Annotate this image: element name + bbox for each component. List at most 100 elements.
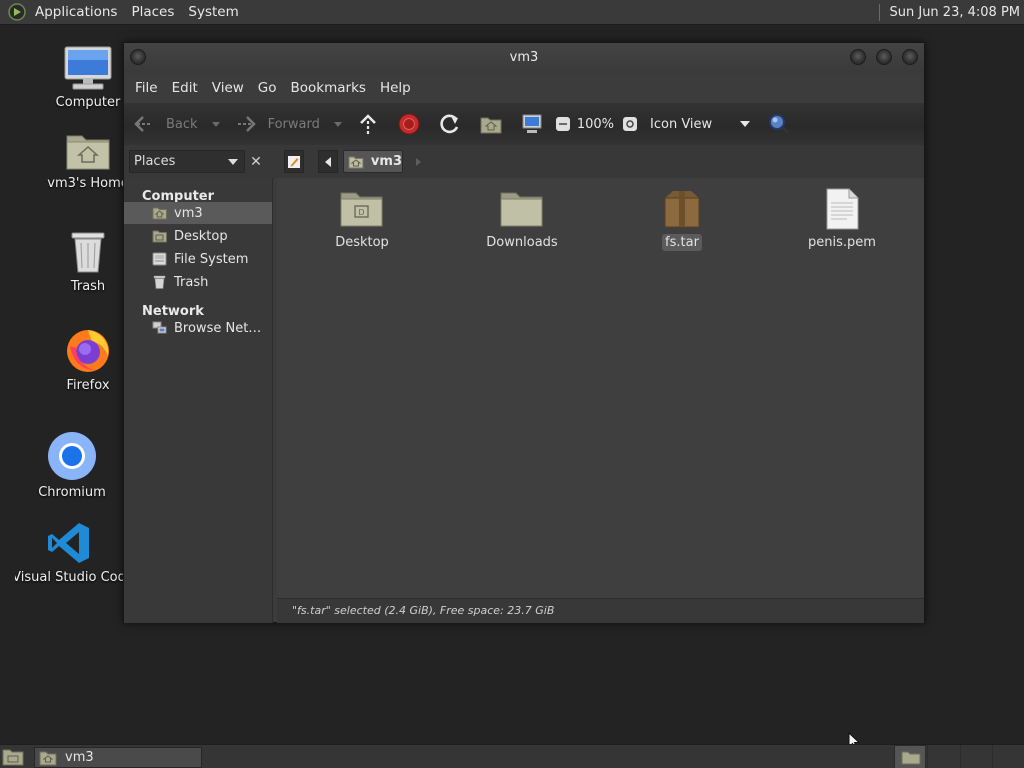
file-item-desktop[interactable]: D Desktop xyxy=(307,188,417,251)
edit-icon xyxy=(288,155,300,168)
maximize-button[interactable] xyxy=(876,49,892,65)
chevron-down-icon xyxy=(333,121,342,127)
menu-file[interactable]: File xyxy=(128,80,165,96)
file-view[interactable]: D Desktop Downloads fs.tar penis.pem xyxy=(277,178,924,598)
arrow-left-icon xyxy=(134,116,152,132)
places-menu[interactable]: Places xyxy=(124,0,181,25)
window-titlebar[interactable]: vm3 xyxy=(124,43,924,73)
file-item-fs-tar[interactable]: fs.tar xyxy=(627,188,737,251)
applications-menu[interactable]: Applications xyxy=(28,0,124,25)
sidebar-item-browse-network[interactable]: Browse Net… xyxy=(124,317,272,339)
trash-icon xyxy=(153,275,166,289)
file-item-downloads[interactable]: Downloads xyxy=(467,188,577,251)
file-item-penis-pem[interactable]: penis.pem xyxy=(787,188,897,251)
back-label: Back xyxy=(166,116,198,132)
path-scroll-right-button[interactable] xyxy=(411,150,425,173)
taskbar-item-vm3[interactable]: vm3 xyxy=(34,747,202,768)
path-scroll-left-button[interactable] xyxy=(318,150,338,173)
home-icon xyxy=(348,156,364,168)
clock[interactable]: Sun Jun 23, 4:08 PM xyxy=(890,5,1024,20)
view-mode-select[interactable]: Icon View xyxy=(650,103,754,145)
menu-help[interactable]: Help xyxy=(373,80,418,96)
forward-label: Forward xyxy=(267,116,320,132)
svg-text:D: D xyxy=(358,208,364,217)
file-name: Desktop xyxy=(335,235,389,250)
stop-icon xyxy=(398,113,420,135)
chevron-left-icon xyxy=(325,156,331,167)
folder-desktop-icon: D xyxy=(340,192,383,227)
back-history-dropdown[interactable] xyxy=(211,103,220,145)
places-selector-label: Places xyxy=(134,154,176,169)
path-button-vm3[interactable]: vm3 xyxy=(343,150,403,173)
stop-button[interactable] xyxy=(398,103,420,145)
forward-button[interactable]: Forward xyxy=(236,103,320,145)
workspace-3[interactable] xyxy=(960,745,992,768)
workspace-2[interactable] xyxy=(927,745,959,768)
sidebar-item-trash[interactable]: Trash xyxy=(124,271,272,293)
menu-edit[interactable]: Edit xyxy=(165,80,205,96)
system-menu[interactable]: System xyxy=(181,0,245,25)
location-bar: Places ✕ vm3 xyxy=(124,145,924,178)
desktop-icon-label: Firefox xyxy=(66,378,110,393)
mate-logo-icon[interactable] xyxy=(8,3,26,21)
window-title: vm3 xyxy=(509,50,539,65)
clock-area: Sun Jun 23, 4:08 PM xyxy=(878,0,1024,25)
sidebar-item-label: File System xyxy=(174,251,249,267)
sidebar-item-label: Browse Net… xyxy=(174,320,262,336)
top-menu: Applications Places System xyxy=(0,0,246,25)
archive-icon xyxy=(664,191,700,228)
close-button[interactable] xyxy=(902,49,918,65)
sidebar-item-file-system[interactable]: File System xyxy=(124,248,272,270)
show-desktop-icon xyxy=(2,749,24,766)
home-icon xyxy=(39,751,57,765)
places-sidebar: Computer vm3 Desktop File System Trash N… xyxy=(124,178,273,623)
chevron-down-icon xyxy=(228,158,238,165)
back-button[interactable]: Back xyxy=(134,103,198,145)
firefox-icon xyxy=(67,330,109,372)
sidebar-item-desktop[interactable]: Desktop xyxy=(124,225,272,247)
menu-view[interactable]: View xyxy=(205,80,251,96)
home-icon xyxy=(901,751,921,765)
reload-icon xyxy=(440,114,459,134)
places-selector[interactable]: Places xyxy=(129,150,245,173)
menu-bookmarks[interactable]: Bookmarks xyxy=(284,80,373,96)
status-bar: "fs.tar" selected (2.4 GiB), Free space:… xyxy=(277,598,924,623)
workspace-1[interactable] xyxy=(894,745,926,768)
zoom-out-button[interactable] xyxy=(555,103,571,145)
menubar: File Edit View Go Bookmarks Help xyxy=(124,73,924,103)
zoom-in-button[interactable] xyxy=(622,103,638,145)
sidebar-item-label: Desktop xyxy=(174,228,228,244)
desktop-icon xyxy=(152,230,167,243)
desktop-icon-chromium[interactable]: Chromium xyxy=(17,431,127,500)
search-icon xyxy=(769,114,790,135)
close-icon: ✕ xyxy=(250,153,262,170)
bottom-panel: vm3 xyxy=(0,744,1024,768)
home-button[interactable] xyxy=(480,103,502,145)
sidebar-item-label: Trash xyxy=(174,274,209,290)
desktop-icon-vscode[interactable]: Visual Studio Cod xyxy=(15,520,123,585)
show-desktop-button[interactable] xyxy=(2,748,24,766)
panel-separator xyxy=(878,4,880,21)
up-button[interactable] xyxy=(358,103,378,145)
minimize-button[interactable] xyxy=(850,49,866,65)
toolbar: Back Forward 100% Icon View xyxy=(124,103,924,145)
trash-icon xyxy=(71,232,105,273)
reload-button[interactable] xyxy=(439,103,461,145)
toggle-location-entry-button[interactable] xyxy=(284,150,304,173)
file-name: Downloads xyxy=(486,235,558,250)
workspace-4[interactable] xyxy=(992,745,1024,768)
sidebar-item-vm3[interactable]: vm3 xyxy=(124,202,272,224)
status-text: "fs.tar" selected (2.4 GiB), Free space:… xyxy=(292,604,555,617)
chromium-icon xyxy=(48,432,96,480)
zoom-out-icon xyxy=(555,117,570,131)
search-button[interactable] xyxy=(768,103,790,145)
zoom-level[interactable]: 100% xyxy=(577,103,614,145)
chevron-right-icon xyxy=(415,157,421,166)
close-sidebar-button[interactable]: ✕ xyxy=(246,150,266,173)
computer-icon xyxy=(64,46,112,90)
file-manager-window: vm3 File Edit View Go Bookmarks Help Bac… xyxy=(123,42,925,623)
computer-button[interactable] xyxy=(521,103,543,145)
menu-go[interactable]: Go xyxy=(251,80,284,96)
desktop-icon-label: vm3's Home xyxy=(47,176,129,191)
forward-history-dropdown[interactable] xyxy=(333,103,342,145)
